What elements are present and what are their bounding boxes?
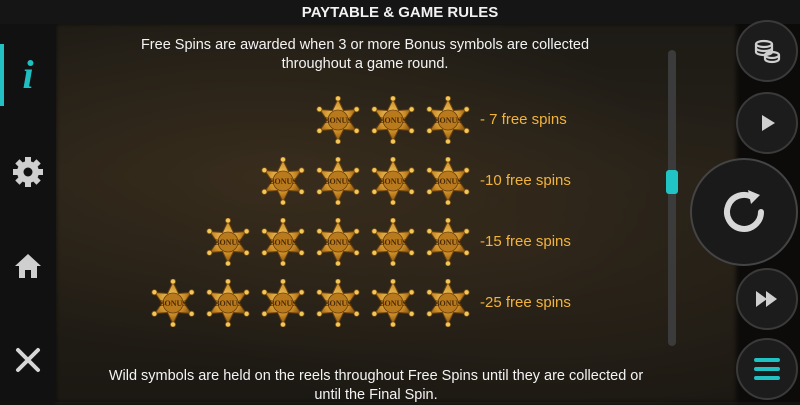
- turbo-button[interactable]: [736, 268, 798, 330]
- svg-text:BONUS: BONUS: [434, 238, 462, 247]
- bonus-symbol-icon: BONUS: [424, 217, 472, 267]
- page-title: PAYTABLE & GAME RULES: [301, 4, 499, 21]
- bet-button[interactable]: [736, 20, 798, 82]
- svg-text:BONUS: BONUS: [269, 238, 297, 247]
- svg-text:BONUS: BONUS: [434, 177, 462, 186]
- bonus-symbol-icon: BONUS: [369, 217, 417, 267]
- left-sidebar: i: [0, 24, 56, 402]
- svg-text:BONUS: BONUS: [214, 299, 242, 308]
- home-button[interactable]: [0, 238, 56, 294]
- bonus-symbol-icon: BONUS: [314, 278, 362, 328]
- svg-text:BONUS: BONUS: [434, 299, 462, 308]
- scrollbar-track[interactable]: [668, 50, 676, 346]
- bonus-symbol-icon: BONUS: [259, 156, 307, 206]
- coins-icon: [754, 39, 781, 64]
- svg-text:BONUS: BONUS: [434, 116, 462, 125]
- spin-icon: [724, 190, 764, 232]
- play-icon: [762, 115, 775, 131]
- svg-text:BONUS: BONUS: [269, 299, 297, 308]
- bonus-symbol-icon: BONUS: [369, 95, 417, 145]
- autoplay-button[interactable]: [736, 92, 798, 154]
- svg-text:BONUS: BONUS: [379, 299, 407, 308]
- svg-text:BONUS: BONUS: [379, 238, 407, 247]
- free-spins-label: -10 free spins: [480, 172, 571, 189]
- settings-button[interactable]: [0, 144, 56, 200]
- free-spins-label: - 7 free spins: [480, 111, 567, 128]
- info-button[interactable]: i: [0, 46, 56, 102]
- svg-text:BONUS: BONUS: [324, 238, 352, 247]
- header-bar: PAYTABLE & GAME RULES: [0, 0, 800, 24]
- footer-text: Wild symbols are held on the reels throu…: [108, 368, 644, 403]
- bonus-symbol-icon: BONUS: [259, 278, 307, 328]
- svg-text:BONUS: BONUS: [324, 299, 352, 308]
- fast-forward-icon: [756, 291, 777, 307]
- bonus-symbol-icon: BONUS: [204, 217, 252, 267]
- svg-text:BONUS: BONUS: [214, 238, 242, 247]
- home-icon: [15, 254, 41, 278]
- bonus-symbol-icon: BONUS: [314, 217, 362, 267]
- bonus-symbol-icon: BONUS: [204, 278, 252, 328]
- bonus-symbol-icon: BONUS: [424, 156, 472, 206]
- svg-text:BONUS: BONUS: [324, 177, 352, 186]
- bonus-symbol-icon: BONUS: [424, 95, 472, 145]
- svg-text:BONUS: BONUS: [324, 116, 352, 125]
- bonus-symbol-icon: BONUS: [424, 278, 472, 328]
- free-spins-label: -15 free spins: [480, 233, 571, 250]
- bonus-symbol-icon: BONUS: [369, 156, 417, 206]
- scrollbar-thumb[interactable]: [666, 170, 678, 194]
- bonus-symbol-icon: BONUS: [259, 217, 307, 267]
- right-controls: [690, 20, 800, 402]
- bonus-symbol-icon: BONUS: [314, 95, 362, 145]
- svg-text:BONUS: BONUS: [379, 177, 407, 186]
- svg-text:BONUS: BONUS: [159, 299, 187, 308]
- bonus-symbol-icon: BONUS: [314, 156, 362, 206]
- free-spins-label: -25 free spins: [480, 294, 571, 311]
- menu-button[interactable]: [736, 338, 798, 400]
- spin-button[interactable]: [690, 158, 798, 266]
- bonus-symbol-icon: BONUS: [369, 278, 417, 328]
- bonus-symbol-icon: BONUS: [149, 278, 197, 328]
- svg-text:BONUS: BONUS: [379, 116, 407, 125]
- close-icon: [16, 348, 40, 372]
- svg-text:BONUS: BONUS: [269, 177, 297, 186]
- menu-icon: [754, 358, 780, 380]
- intro-text: Free Spins are awarded when 3 or more Bo…: [140, 37, 590, 72]
- info-icon: i: [22, 51, 34, 97]
- close-button[interactable]: [0, 332, 56, 388]
- gear-icon: [13, 157, 43, 187]
